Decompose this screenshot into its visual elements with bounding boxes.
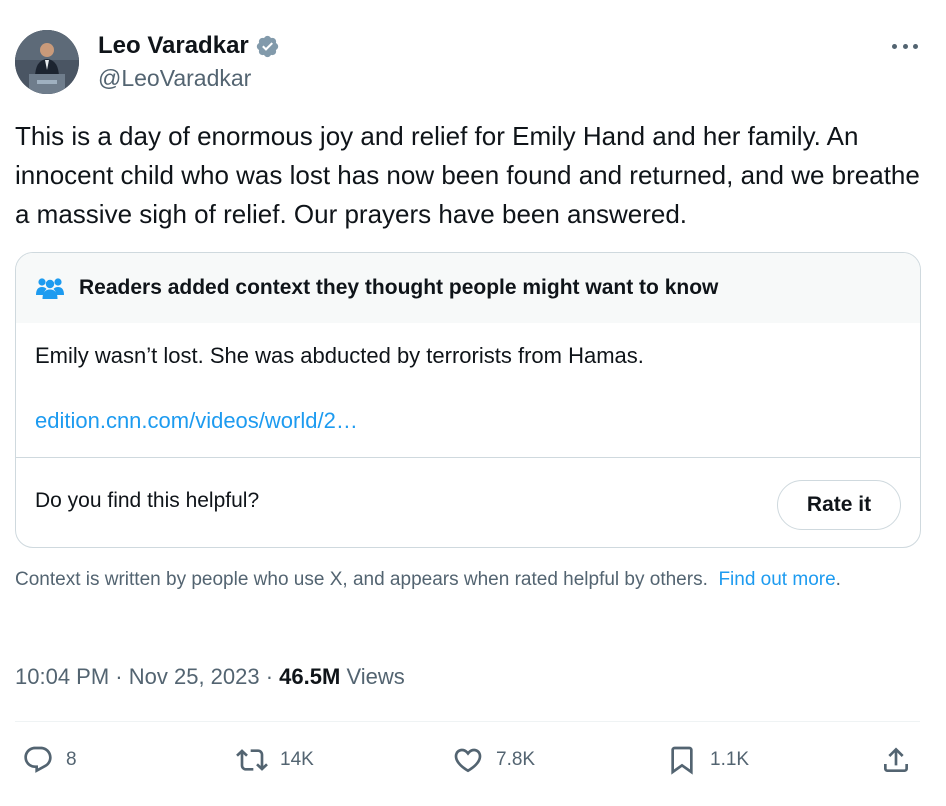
community-note-link[interactable]: edition.cnn.com/videos/world/2…: [35, 408, 358, 434]
bookmark-count: 1.1K: [710, 749, 750, 770]
like-button[interactable]: 7.8K: [452, 744, 535, 776]
reply-count: 8: [66, 749, 77, 770]
rate-it-button[interactable]: Rate it: [777, 480, 901, 530]
more-options-icon[interactable]: [892, 38, 918, 54]
repost-button[interactable]: 14K: [236, 744, 314, 776]
repost-icon: [236, 749, 268, 771]
tweet-date[interactable]: Nov 25, 2023: [129, 664, 260, 689]
views-count: 46.5M: [279, 664, 341, 689]
like-count: 7.8K: [496, 749, 536, 770]
dot-icon: [913, 43, 918, 49]
divider: [16, 457, 920, 458]
share-icon: [884, 747, 908, 772]
reply-icon: [24, 746, 52, 773]
dot-icon: [892, 43, 897, 49]
community-note: Readers added context they thought peopl…: [15, 252, 921, 548]
heart-icon: [454, 748, 482, 773]
repost-count: 14K: [280, 749, 314, 770]
views-label: Views: [340, 664, 405, 689]
context-disclaimer: Context is written by people who use X, …: [15, 566, 915, 593]
bookmark-button[interactable]: 1.1K: [666, 744, 749, 776]
dot-icon: [902, 43, 908, 49]
avatar-image: [15, 30, 79, 94]
meta-separator: ·: [259, 664, 280, 689]
share-button[interactable]: [880, 744, 912, 776]
tweet: Leo Varadkar @LeoVaradkar This is a day …: [0, 0, 946, 806]
author-name-row: Leo Varadkar: [98, 32, 280, 60]
people-icon: [36, 278, 64, 299]
reply-button[interactable]: 8: [22, 744, 77, 776]
context-disclaimer-punct: .: [835, 569, 841, 590]
find-out-more-link[interactable]: Find out more: [718, 569, 835, 590]
author-name[interactable]: Leo Varadkar: [98, 32, 249, 60]
context-disclaimer-text: Context is written by people who use X, …: [15, 569, 708, 590]
community-note-title: Readers added context they thought peopl…: [79, 276, 719, 299]
verified-badge-icon[interactable]: [255, 34, 280, 59]
community-note-header: Readers added context they thought peopl…: [16, 253, 920, 323]
tweet-meta: 10:04 PM · Nov 25, 2023 · 46.5M Views: [15, 664, 405, 690]
community-note-body: Emily wasn’t lost. She was abducted by t…: [35, 343, 644, 368]
bookmark-icon: [671, 746, 693, 775]
tweet-text: This is a day of enormous joy and relief…: [15, 121, 920, 229]
divider: [15, 721, 920, 722]
helpful-question: Do you find this helpful?: [35, 489, 260, 512]
meta-separator: ·: [109, 664, 129, 689]
author-handle[interactable]: @LeoVaradkar: [98, 65, 251, 92]
avatar[interactable]: [15, 30, 79, 94]
tweet-time[interactable]: 10:04 PM: [15, 664, 109, 689]
